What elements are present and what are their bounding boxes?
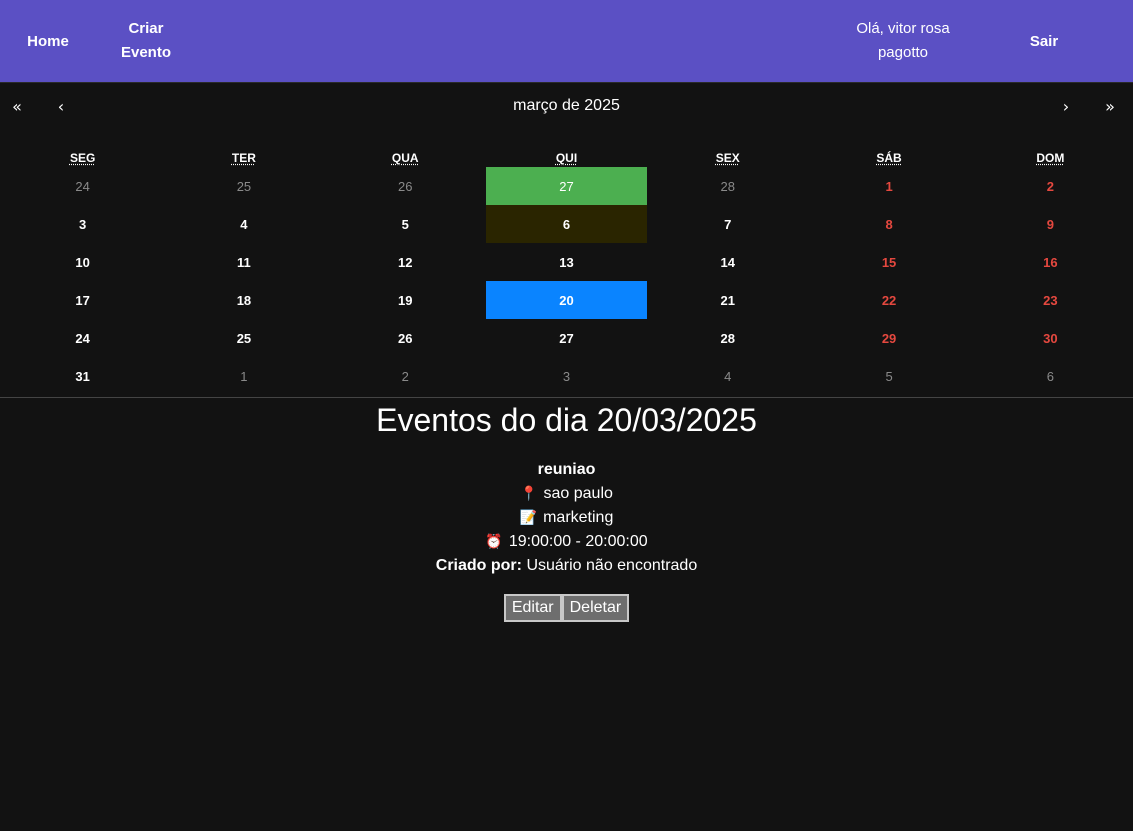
event-name: reuniao bbox=[537, 461, 596, 478]
calendar-day[interactable]: 19 bbox=[325, 281, 486, 319]
calendar-day[interactable]: 5 bbox=[808, 357, 969, 395]
event-item: reuniao 📍 sao paulo 📝 marketing ⏰ 19:00:00 … bbox=[0, 458, 1133, 622]
calendar-month-title[interactable]: março de 2025 bbox=[80, 95, 1053, 117]
calendar-day-highlighted[interactable]: 6 bbox=[485, 205, 648, 243]
calendar-day[interactable]: 12 bbox=[325, 243, 486, 281]
weekday-label: SÁB bbox=[876, 151, 902, 165]
delete-event-button[interactable]: Deletar bbox=[561, 594, 630, 622]
event-creator-label: Criado por: bbox=[435, 557, 522, 574]
calendar-day[interactable]: 1 bbox=[808, 167, 969, 205]
event-actions: Editar Deletar bbox=[0, 594, 1133, 622]
memo-icon: 📝 bbox=[519, 510, 538, 526]
calendar-day[interactable]: 29 bbox=[808, 319, 969, 357]
weekday-label: SEG bbox=[69, 151, 96, 165]
calendar-day[interactable]: 17 bbox=[2, 281, 163, 319]
calendar-day-today[interactable]: 27 bbox=[485, 167, 648, 205]
logout-link[interactable]: Sair bbox=[1014, 0, 1074, 82]
calendar-day[interactable]: 24 bbox=[2, 319, 163, 357]
prev-month-button[interactable]: ‹ bbox=[47, 95, 75, 117]
calendar-day[interactable]: 30 bbox=[970, 319, 1131, 357]
user-greeting: Olá, vitor rosa pagotto bbox=[856, 20, 950, 61]
calendar-day[interactable]: 25 bbox=[163, 319, 324, 357]
calendar-day[interactable]: 28 bbox=[647, 167, 808, 205]
calendar-day[interactable]: 26 bbox=[325, 319, 486, 357]
calendar-day[interactable]: 15 bbox=[808, 243, 969, 281]
calendar-day[interactable]: 23 bbox=[970, 281, 1131, 319]
weekday-label: QUI bbox=[555, 151, 578, 165]
calendar-day[interactable]: 18 bbox=[163, 281, 324, 319]
calendar-day[interactable]: 3 bbox=[486, 357, 647, 395]
nav-home-link[interactable]: Home bbox=[16, 0, 80, 82]
event-time: 19:00:00 - 20:00:00 bbox=[508, 533, 648, 550]
weekday-header: SEG TER QUA QUI SEX SÁB DOM bbox=[0, 151, 1133, 165]
alarm-clock-icon: ⏰ bbox=[485, 534, 503, 550]
calendar-day[interactable]: 5 bbox=[325, 205, 486, 243]
calendar-day[interactable]: 2 bbox=[970, 167, 1131, 205]
calendar-day[interactable]: 24 bbox=[2, 167, 163, 205]
calendar: « ‹ março de 2025 › » SEG TER QUA QUI SE… bbox=[0, 83, 1133, 395]
calendar-day[interactable]: 1 bbox=[163, 357, 324, 395]
calendar-day[interactable]: 22 bbox=[808, 281, 969, 319]
calendar-day[interactable]: 25 bbox=[163, 167, 324, 205]
calendar-day[interactable]: 7 bbox=[647, 205, 808, 243]
event-time-row: ⏰ 19:00:00 - 20:00:00 bbox=[0, 530, 1133, 554]
calendar-day[interactable]: 6 bbox=[970, 357, 1131, 395]
calendar-day[interactable]: 8 bbox=[808, 205, 969, 243]
prev-year-button[interactable]: « bbox=[3, 95, 31, 117]
event-creator: Usuário não encontrado bbox=[526, 557, 698, 574]
calendar-day[interactable]: 27 bbox=[486, 319, 647, 357]
calendar-day[interactable]: 4 bbox=[647, 357, 808, 395]
event-description-row: 📝 marketing bbox=[0, 506, 1133, 530]
calendar-day[interactable]: 11 bbox=[163, 243, 324, 281]
weekday-label: DOM bbox=[1036, 151, 1065, 165]
calendar-day[interactable]: 14 bbox=[647, 243, 808, 281]
calendar-day[interactable]: 16 bbox=[970, 243, 1131, 281]
events-section: Eventos do dia 20/03/2025 reuniao 📍 sao p… bbox=[0, 398, 1133, 622]
calendar-day[interactable]: 31 bbox=[2, 357, 163, 395]
event-description: marketing bbox=[543, 509, 614, 526]
calendar-day[interactable]: 4 bbox=[163, 205, 324, 243]
edit-event-button[interactable]: Editar bbox=[503, 594, 562, 622]
weekday-label: SEX bbox=[715, 151, 740, 165]
next-month-button[interactable]: › bbox=[1052, 95, 1080, 117]
calendar-day[interactable]: 26 bbox=[325, 167, 486, 205]
calendar-day[interactable]: 3 bbox=[2, 205, 163, 243]
calendar-day[interactable]: 21 bbox=[647, 281, 808, 319]
weekday-label: TER bbox=[231, 151, 256, 165]
weekday-label: QUA bbox=[391, 151, 419, 165]
calendar-day[interactable]: 2 bbox=[325, 357, 486, 395]
pin-icon: 📍 bbox=[520, 486, 538, 502]
calendar-day[interactable]: 10 bbox=[2, 243, 163, 281]
nav-create-event-link[interactable]: Criar Evento bbox=[112, 0, 180, 82]
event-creator-row: Criado por: Usuário não encontrado bbox=[0, 554, 1133, 578]
calendar-navigation: « ‹ março de 2025 › » bbox=[0, 83, 1133, 129]
event-location: sao paulo bbox=[543, 485, 613, 502]
top-navbar: Home Criar Evento Olá, vitor rosa pagott… bbox=[0, 0, 1133, 83]
event-location-row: 📍 sao paulo bbox=[0, 482, 1133, 506]
calendar-day-selected[interactable]: 20 bbox=[485, 281, 648, 319]
events-heading: Eventos do dia 20/03/2025 bbox=[376, 402, 757, 438]
next-year-button[interactable]: » bbox=[1096, 95, 1124, 117]
calendar-day[interactable]: 9 bbox=[970, 205, 1131, 243]
calendar-day[interactable]: 28 bbox=[647, 319, 808, 357]
calendar-days-grid: 24 25 26 27 28 1 2 3 4 5 6 7 8 9 10 11 1… bbox=[0, 167, 1133, 395]
calendar-day[interactable]: 13 bbox=[486, 243, 647, 281]
